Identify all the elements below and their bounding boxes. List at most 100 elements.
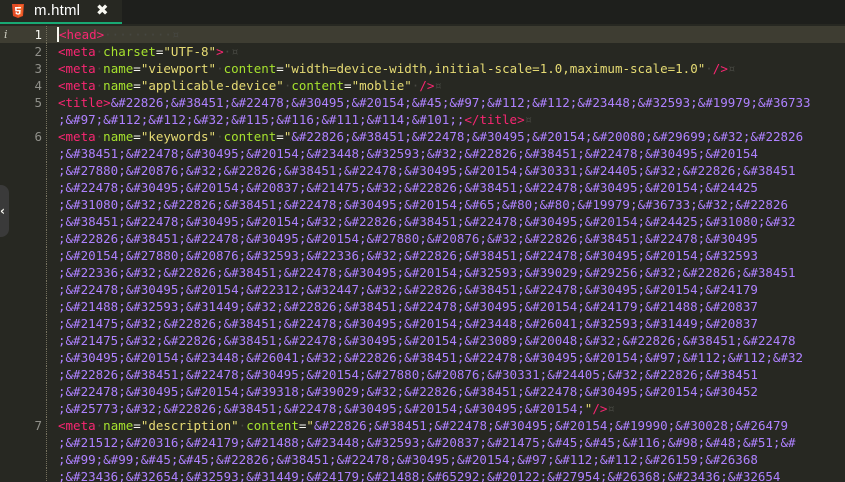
gutter-divider: [46, 451, 48, 468]
code-token-tag: />: [712, 61, 728, 76]
code-token-ent: ;&#23436;&#32654;&#32593;&#31449;&#24179…: [58, 469, 781, 482]
code-token-ent: ;&#30495;&#20154;&#23448;&#26041;&#32;&#…: [58, 350, 804, 365]
code-line[interactable]: ;&#25773;&#32;&#22826;&#38451;&#22478;&#…: [58, 400, 615, 417]
code-token-ent: ;&#22336;&#32;&#22826;&#38451;&#22478;&#…: [58, 265, 796, 280]
gutter-divider: [46, 60, 48, 77]
code-token-ws: ·········¤: [104, 27, 180, 42]
code-line[interactable]: ;&#23436;&#32654;&#32593;&#31449;&#24179…: [58, 468, 780, 482]
code-token-ent: ;&#38451;&#22478;&#30495;&#20154;&#32;&#…: [58, 214, 796, 229]
line-number: 7: [34, 418, 42, 433]
code-token-str: "moblie": [351, 78, 412, 93]
code-token-plain: =: [276, 129, 284, 144]
gutter-divider: [46, 366, 48, 383]
code-token-tag: </title>: [464, 112, 525, 127]
code-line[interactable]: ;&#31080;&#32;&#22826;&#38451;&#22478;&#…: [58, 196, 788, 213]
code-token-ent: ;&#22478;&#30495;&#20154;&#39318;&#39029…: [58, 384, 758, 399]
code-token-attr: content: [223, 61, 277, 76]
code-token-ent: ;&#38451;&#22478;&#30495;&#20154;&#23448…: [58, 146, 758, 161]
code-line[interactable]: ;&#27880;&#20876;&#32;&#22826;&#38451;&#…: [58, 162, 796, 179]
gutter-divider: [46, 145, 48, 162]
gutter-divider: [46, 298, 48, 315]
code-token-str: ": [306, 418, 314, 433]
code-token-plain: =: [133, 418, 141, 433]
code-token-plain: =: [133, 61, 141, 76]
line-number: 1: [34, 27, 42, 42]
code-token-plain: =: [133, 78, 141, 93]
gutter-divider: [46, 94, 48, 111]
code-token-plain: =: [133, 129, 141, 144]
line-number: 5: [34, 95, 42, 110]
code-token-str: "applicable-device": [140, 78, 284, 93]
code-token-ent: ;&#21475;&#32;&#22826;&#38451;&#22478;&#…: [58, 316, 758, 331]
code-token-ent: ;&#22826;&#38451;&#22478;&#30495;&#20154…: [58, 231, 758, 246]
side-panel-toggle[interactable]: ‹: [0, 185, 9, 237]
code-line[interactable]: ;&#38451;&#22478;&#30495;&#20154;&#32;&#…: [58, 213, 796, 230]
code-line[interactable]: <meta·name="description"·content="&#2282…: [58, 417, 788, 434]
code-token-ws: ¤: [524, 112, 533, 127]
code-token-ent: ;&#22826;&#38451;&#22478;&#30495;&#20154…: [58, 367, 758, 382]
code-line[interactable]: <head>·········¤: [57, 26, 180, 43]
tab-bar: m.html ✖: [0, 0, 845, 24]
code-line[interactable]: ;&#38451;&#22478;&#30495;&#20154;&#23448…: [58, 145, 758, 162]
code-token-ent: ;&#20154;&#27880;&#20876;&#32593;&#22336…: [58, 248, 758, 263]
code-token-attr: content: [246, 418, 299, 433]
gutter-divider: [46, 281, 48, 298]
code-line[interactable]: <meta·charset="UTF-8">·¤: [58, 43, 239, 60]
code-token-ent: ;&#27880;&#20876;&#32;&#22826;&#38451;&#…: [58, 163, 796, 178]
code-token-ent: ;&#21512;&#20316;&#24179;&#21488;&#23448…: [58, 435, 796, 450]
line-number: 2: [34, 44, 42, 59]
gutter-divider: [46, 434, 48, 451]
gutter-divider: [46, 111, 48, 128]
code-token-attr: charset: [103, 44, 156, 59]
code-line[interactable]: <meta·name="viewport"·content="width=dev…: [58, 60, 735, 77]
code-token-ent: ;&#99;&#99;&#45;&#45;&#22826;&#38451;&#2…: [58, 452, 758, 467]
code-token-ws: ¤: [607, 401, 615, 416]
code-token-ent: &#22826;&#38451;&#22478;&#30495;&#20154;…: [313, 418, 789, 433]
code-token-tag: />: [419, 78, 435, 93]
code-token-ent: ;&#22478;&#30495;&#20154;&#22312;&#32447…: [58, 282, 758, 297]
tab-file[interactable]: m.html ✖: [0, 0, 122, 24]
code-token-ent: ;&#97;&#112;&#112;&#32;&#115;&#116;&#111…: [58, 112, 465, 127]
code-token-plain: =: [344, 78, 352, 93]
gutter-divider: [46, 264, 48, 281]
code-line[interactable]: ;&#22478;&#30495;&#20154;&#20837;&#21475…: [58, 179, 758, 196]
code-line[interactable]: ;&#20154;&#27880;&#20876;&#32593;&#22336…: [58, 247, 758, 264]
code-token-plain: =: [276, 61, 284, 76]
code-token-str: "description": [140, 418, 239, 433]
code-line[interactable]: ;&#22478;&#30495;&#20154;&#22312;&#32447…: [58, 281, 758, 298]
code-line[interactable]: ;&#21488;&#32593;&#31449;&#32;&#22826;&#…: [58, 298, 758, 315]
info-icon: i: [4, 28, 8, 41]
code-token-ent: ;&#21475;&#32;&#22826;&#38451;&#22478;&#…: [58, 333, 796, 348]
gutter-divider: [46, 315, 48, 332]
code-token-ws: ¤: [727, 61, 736, 76]
code-line[interactable]: ;&#21475;&#32;&#22826;&#38451;&#22478;&#…: [58, 332, 796, 349]
code-token-ent: ;&#22478;&#30495;&#20154;&#20837;&#21475…: [58, 180, 758, 195]
code-line[interactable]: ;&#22826;&#38451;&#22478;&#30495;&#20154…: [58, 366, 758, 383]
code-token-tag: />: [592, 401, 608, 416]
code-token-str: "UTF-8": [163, 44, 217, 59]
code-line[interactable]: ;&#21475;&#32;&#22826;&#38451;&#22478;&#…: [58, 315, 758, 332]
code-token-ent: ;&#31080;&#32;&#22826;&#38451;&#22478;&#…: [58, 197, 788, 212]
tab-filename: m.html: [34, 2, 81, 19]
code-line[interactable]: ;&#30495;&#20154;&#23448;&#26041;&#32;&#…: [58, 349, 803, 366]
code-token-tag: <meta: [58, 61, 96, 76]
code-line[interactable]: <meta·name="applicable-device"·content="…: [58, 77, 442, 94]
gutter-divider: [46, 332, 48, 349]
close-icon[interactable]: ✖: [96, 1, 109, 19]
code-line[interactable]: <meta·name="keywords"·content="&#22826;&…: [58, 128, 803, 145]
code-line[interactable]: ;&#97;&#112;&#112;&#32;&#115;&#116;&#111…: [58, 111, 532, 128]
code-token-tag: <title>: [58, 95, 111, 110]
code-line[interactable]: <title>&#22826;&#38451;&#22478;&#30495;&…: [58, 94, 811, 111]
code-token-ent: ;&#21488;&#32593;&#31449;&#32;&#22826;&#…: [58, 299, 758, 314]
code-line[interactable]: ;&#22478;&#30495;&#20154;&#39318;&#39029…: [58, 383, 758, 400]
code-line[interactable]: ;&#99;&#99;&#45;&#45;&#22826;&#38451;&#2…: [58, 451, 758, 468]
code-line[interactable]: ;&#22826;&#38451;&#22478;&#30495;&#20154…: [58, 230, 758, 247]
code-line[interactable]: ;&#22336;&#32;&#22826;&#38451;&#22478;&#…: [58, 264, 796, 281]
code-token-attr: content: [223, 129, 277, 144]
gutter-divider: [46, 247, 48, 264]
code-token-ws: ·: [705, 61, 713, 76]
code-token-tag: >: [216, 44, 224, 59]
code-line[interactable]: ;&#21512;&#20316;&#24179;&#21488;&#23448…: [58, 434, 796, 451]
gutter-divider: [46, 77, 48, 94]
code-area[interactable]: i 1 <head>·········¤ 2 <meta·charset="UTF-8"…: [0, 24, 845, 482]
